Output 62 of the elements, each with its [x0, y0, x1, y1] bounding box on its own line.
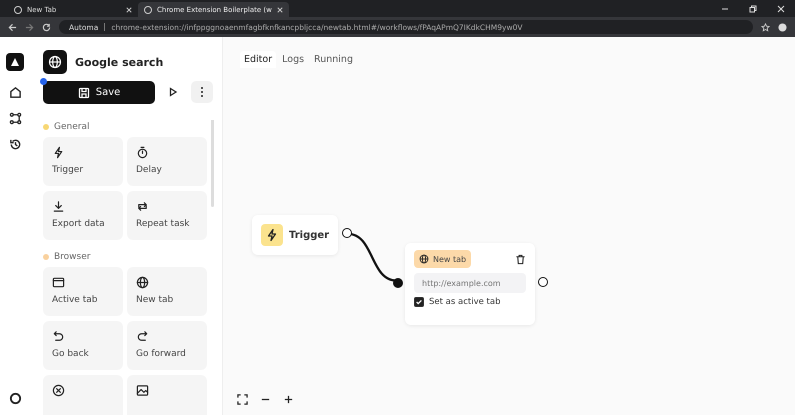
category-label: Browser — [54, 252, 90, 262]
input-handle[interactable] — [393, 278, 403, 288]
play-icon — [168, 87, 178, 97]
restore-icon[interactable] — [749, 4, 757, 12]
block-tile[interactable]: Active tab — [43, 267, 123, 316]
block-tile[interactable]: Go back — [43, 321, 123, 370]
trigger-node[interactable]: Trigger — [252, 215, 338, 255]
url-input-field[interactable]: http://example.com — [414, 273, 526, 293]
checkbox[interactable] — [414, 297, 424, 307]
tab-favicon-icon — [14, 6, 22, 14]
window-icon — [52, 276, 65, 289]
download-icon — [52, 200, 65, 213]
profile-icon[interactable] — [778, 22, 787, 32]
save-button[interactable]: Save — [43, 81, 155, 104]
new-tab-node[interactable]: New tab http://example.com Set as active tab — [405, 243, 535, 325]
more-icon — [200, 86, 204, 98]
block-tile[interactable]: Trigger — [43, 137, 123, 186]
stopwatch-icon — [136, 146, 149, 159]
tab-favicon-icon — [144, 6, 152, 14]
block-tile[interactable]: Go forward — [127, 321, 207, 370]
block-tile[interactable] — [127, 375, 207, 415]
fullscreen-icon[interactable] — [237, 394, 248, 405]
workflow-title: Google search — [75, 56, 164, 68]
trash-icon[interactable] — [515, 254, 526, 264]
node-title: New tab — [433, 254, 466, 264]
reload-icon[interactable] — [42, 22, 51, 32]
image-icon — [136, 384, 149, 397]
block-tile[interactable]: New tab — [127, 267, 207, 316]
close-circle-icon — [52, 384, 65, 397]
block-tile[interactable] — [43, 375, 123, 415]
globe-icon — [43, 50, 67, 74]
forward-arrow-icon[interactable] — [25, 22, 34, 32]
home-icon[interactable] — [8, 86, 22, 99]
output-handle[interactable] — [342, 228, 352, 238]
editor-tab[interactable]: Logs — [278, 51, 308, 68]
globe-icon — [419, 254, 429, 264]
star-icon[interactable] — [761, 22, 770, 32]
workflow-icon[interactable] — [8, 112, 22, 125]
back-arrow-icon[interactable] — [8, 22, 17, 32]
lightning-icon — [261, 224, 283, 246]
tab-close-icon[interactable] — [276, 6, 283, 12]
block-tile[interactable]: Repeat task — [127, 191, 207, 240]
history-icon[interactable] — [8, 138, 22, 151]
tab-close-icon[interactable] — [126, 6, 132, 12]
block-tile[interactable]: Delay — [127, 137, 207, 186]
active-tab-checkbox[interactable]: Set as active tab — [414, 297, 526, 307]
close-icon[interactable] — [777, 4, 785, 12]
scrollbar[interactable] — [211, 120, 214, 207]
block-tile[interactable]: Export data — [43, 191, 123, 240]
zoom-in-icon[interactable] — [283, 394, 294, 405]
globe-icon — [136, 276, 149, 289]
save-icon — [78, 86, 90, 98]
undo-arrow-icon — [52, 330, 65, 343]
node-title: Trigger — [289, 230, 330, 240]
output-handle[interactable] — [538, 277, 548, 287]
lightning-icon — [52, 146, 65, 159]
editor-tab[interactable]: Running — [310, 51, 357, 68]
redo-arrow-icon — [136, 330, 149, 343]
editor-tab[interactable]: Editor — [240, 51, 276, 68]
logo-icon[interactable] — [6, 53, 24, 71]
category-label: General — [54, 122, 90, 132]
repeat-icon — [136, 200, 149, 213]
